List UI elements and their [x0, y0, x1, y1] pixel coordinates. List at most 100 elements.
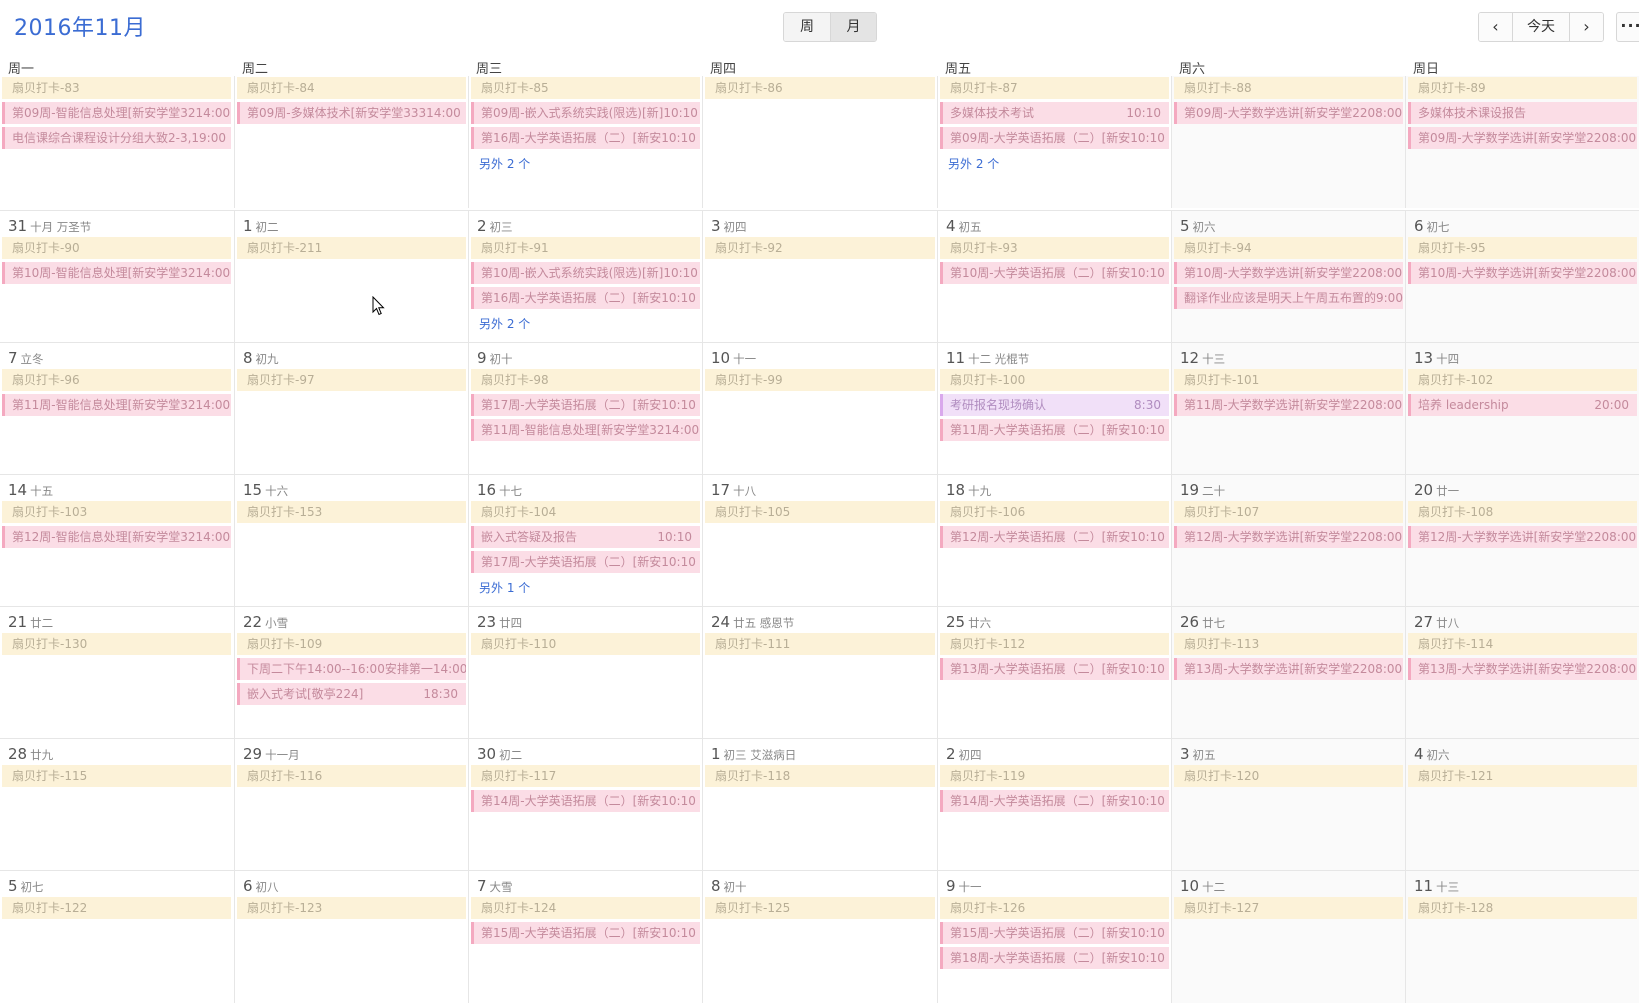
calendar-event[interactable]: 第09周-多媒体技术[新安学堂33314:00 — [237, 102, 466, 124]
day-cell[interactable]: 14 十五 扇贝打卡-103 第12周-智能信息处理[新安学堂3214:00 — [0, 475, 234, 607]
day-cell[interactable]: 2 初三 扇贝打卡-91 第10周-嵌入式系统实践(限选)[新]10:10 第16周-大… — [468, 211, 702, 343]
calendar-event[interactable]: 扇贝打卡-103 — [2, 501, 231, 523]
more-events-link[interactable]: 另外 2 个 — [948, 155, 999, 172]
day-cell[interactable]: 19 二十 扇贝打卡-107 第12周-大学数学选讲[新安学堂2208:00 — [1171, 475, 1405, 607]
calendar-event[interactable]: 扇贝打卡-86 — [705, 77, 935, 99]
day-cell[interactable]: 扇贝打卡-86 — [702, 76, 937, 208]
calendar-event[interactable]: 第17周-大学英语拓展（二）[新安10:10 — [471, 394, 700, 416]
day-cell[interactable]: 27 廿八 扇贝打卡-114 第13周-大学数学选讲[新安学堂2208:00 — [1405, 607, 1639, 739]
day-cell[interactable]: 10 十二 扇贝打卡-127 — [1171, 871, 1405, 1003]
calendar-event[interactable]: 扇贝打卡-112 — [940, 633, 1169, 655]
calendar-event[interactable]: 扇贝打卡-109 — [237, 633, 466, 655]
calendar-event[interactable]: 扇贝打卡-87 — [940, 77, 1169, 99]
day-cell[interactable]: 扇贝打卡-87 多媒体技术考试 10:10 第09周-大学英语拓展（二）[新安10:1… — [937, 76, 1171, 208]
prev-month-button[interactable]: ‹ — [1479, 13, 1512, 41]
calendar-event[interactable]: 第09周-嵌入式系统实践(限选)[新]10:10 — [471, 102, 700, 124]
calendar-event[interactable]: 扇贝打卡-111 — [705, 633, 935, 655]
calendar-event[interactable]: 第11周-智能信息处理[新安学堂3214:00 — [471, 419, 700, 441]
day-cell[interactable]: 扇贝打卡-83 第09周-智能信息处理[新安学堂3214:00 电信课综合课程设计分… — [0, 76, 234, 208]
calendar-event[interactable]: 多媒体技术课设报告 — [1408, 102, 1637, 124]
day-cell[interactable]: 13 十四 扇贝打卡-102 培养 leadership 20:00 — [1405, 343, 1639, 475]
calendar-event[interactable]: 第10周-大学数学选讲[新安学堂2208:00 — [1174, 262, 1403, 284]
calendar-event[interactable]: 第13周-大学英语拓展（二）[新安10:10 — [940, 658, 1169, 680]
day-cell[interactable]: 扇贝打卡-88 第09周-大学数学选讲[新安学堂2208:00 — [1171, 76, 1405, 208]
calendar-event[interactable]: 扇贝打卡-153 — [237, 501, 466, 523]
more-events-link[interactable]: 另外 1 个 — [479, 579, 530, 596]
day-cell[interactable]: 6 初八 扇贝打卡-123 — [234, 871, 468, 1003]
calendar-event[interactable]: 第12周-大学数学选讲[新安学堂2208:00 — [1408, 526, 1637, 548]
day-cell[interactable]: 30 初二 扇贝打卡-117 第14周-大学英语拓展（二）[新安10:10 — [468, 739, 702, 871]
calendar-event[interactable]: 第18周-大学英语拓展（二）[新安10:10 — [940, 947, 1169, 969]
day-cell[interactable]: 25 廿六 扇贝打卡-112 第13周-大学英语拓展（二）[新安10:10 — [937, 607, 1171, 739]
calendar-event[interactable]: 扇贝打卡-84 — [237, 77, 466, 99]
calendar-event[interactable]: 嵌入式答疑及报告 10:10 — [471, 526, 700, 548]
day-cell[interactable]: 11 十三 扇贝打卡-128 — [1405, 871, 1639, 1003]
calendar-event[interactable]: 扇贝打卡-107 — [1174, 501, 1403, 523]
calendar-event[interactable]: 扇贝打卡-211 — [237, 237, 466, 259]
calendar-event[interactable]: 第10周-大学数学选讲[新安学堂2208:00 — [1408, 262, 1637, 284]
day-cell[interactable]: 4 初六 扇贝打卡-121 — [1405, 739, 1639, 871]
calendar-event[interactable]: 第10周-智能信息处理[新安学堂3214:00 — [2, 262, 231, 284]
calendar-event[interactable]: 扇贝打卡-126 — [940, 897, 1169, 919]
calendar-event[interactable]: 扇贝打卡-105 — [705, 501, 935, 523]
calendar-event[interactable]: 第09周-智能信息处理[新安学堂3214:00 — [2, 102, 231, 124]
day-cell[interactable]: 23 廿四 扇贝打卡-110 — [468, 607, 702, 739]
calendar-event[interactable]: 下周二下午14:00--16:00安排第一14:00 — [237, 658, 466, 680]
calendar-event[interactable]: 扇贝打卡-104 — [471, 501, 700, 523]
calendar-event[interactable]: 扇贝打卡-92 — [705, 237, 935, 259]
calendar-event[interactable]: 扇贝打卡-99 — [705, 369, 935, 391]
month-view-button[interactable]: 月 — [830, 13, 876, 41]
calendar-event[interactable]: 第14周-大学英语拓展（二）[新安10:10 — [940, 790, 1169, 812]
calendar-event[interactable]: 第15周-大学英语拓展（二）[新安10:10 — [940, 922, 1169, 944]
day-cell[interactable]: 9 十一 扇贝打卡-126 第15周-大学英语拓展（二）[新安10:10 第18周-大学… — [937, 871, 1171, 1003]
calendar-event[interactable]: 扇贝打卡-113 — [1174, 633, 1403, 655]
today-button[interactable]: 今天 — [1512, 13, 1570, 41]
calendar-event[interactable]: 扇贝打卡-88 — [1174, 77, 1403, 99]
calendar-event[interactable]: 多媒体技术考试 10:10 — [940, 102, 1169, 124]
calendar-event[interactable]: 第13周-大学数学选讲[新安学堂2208:00 — [1408, 658, 1637, 680]
next-month-button[interactable]: › — [1570, 13, 1603, 41]
calendar-event[interactable]: 扇贝打卡-102 — [1408, 369, 1637, 391]
calendar-event[interactable]: 第16周-大学英语拓展（二）[新安10:10 — [471, 287, 700, 309]
day-cell[interactable]: 扇贝打卡-85 第09周-嵌入式系统实践(限选)[新]10:10 第16周-大学英语… — [468, 76, 702, 208]
calendar-event[interactable]: 第15周-大学英语拓展（二）[新安10:10 — [471, 922, 700, 944]
calendar-event[interactable]: 扇贝打卡-98 — [471, 369, 700, 391]
day-cell[interactable]: 7 大雪 扇贝打卡-124 第15周-大学英语拓展（二）[新安10:10 — [468, 871, 702, 1003]
day-cell[interactable]: 18 十九 扇贝打卡-106 第12周-大学英语拓展（二）[新安10:10 — [937, 475, 1171, 607]
calendar-event[interactable]: 扇贝打卡-125 — [705, 897, 935, 919]
calendar-event[interactable]: 第16周-大学英语拓展（二）[新安10:10 — [471, 127, 700, 149]
calendar-event[interactable]: 扇贝打卡-106 — [940, 501, 1169, 523]
calendar-event[interactable]: 扇贝打卡-90 — [2, 237, 231, 259]
day-cell[interactable]: 8 初九 扇贝打卡-97 — [234, 343, 468, 475]
calendar-event[interactable]: 培养 leadership 20:00 — [1408, 394, 1637, 416]
day-cell[interactable]: 扇贝打卡-84 第09周-多媒体技术[新安学堂33314:00 — [234, 76, 468, 208]
calendar-event[interactable]: 扇贝打卡-116 — [237, 765, 466, 787]
calendar-event[interactable]: 扇贝打卡-96 — [2, 369, 231, 391]
calendar-event[interactable]: 第13周-大学数学选讲[新安学堂2208:00 — [1174, 658, 1403, 680]
calendar-event[interactable]: 嵌入式考试[敬亭224] 18:30 — [237, 683, 466, 705]
calendar-event[interactable]: 扇贝打卡-120 — [1174, 765, 1403, 787]
day-cell[interactable]: 22 小雪 扇贝打卡-109 下周二下午14:00--16:00安排第一14:00 嵌入… — [234, 607, 468, 739]
day-cell[interactable]: 12 十三 扇贝打卡-101 第11周-大学数学选讲[新安学堂2208:00 — [1171, 343, 1405, 475]
calendar-event[interactable]: 第11周-智能信息处理[新安学堂3214:00 — [2, 394, 231, 416]
calendar-event[interactable]: 第12周-智能信息处理[新安学堂3214:00 — [2, 526, 231, 548]
day-cell[interactable]: 9 初十 扇贝打卡-98 第17周-大学英语拓展（二）[新安10:10 第11周-智能信… — [468, 343, 702, 475]
day-cell[interactable]: 1 初三 艾滋病日 扇贝打卡-118 — [702, 739, 937, 871]
day-cell[interactable]: 10 十一 扇贝打卡-99 — [702, 343, 937, 475]
calendar-event[interactable]: 扇贝打卡-97 — [237, 369, 466, 391]
day-cell[interactable]: 4 初五 扇贝打卡-93 第10周-大学英语拓展（二）[新安10:10 — [937, 211, 1171, 343]
calendar-event[interactable]: 扇贝打卡-130 — [2, 633, 231, 655]
calendar-event[interactable]: 第09周-大学数学选讲[新安学堂2208:00 — [1174, 102, 1403, 124]
calendar-event[interactable]: 扇贝打卡-93 — [940, 237, 1169, 259]
calendar-event[interactable]: 翻译作业应该是明天上午周五布置的9:00 — [1174, 287, 1403, 309]
calendar-event[interactable]: 考研报名现场确认 8:30 — [940, 394, 1169, 416]
calendar-event[interactable]: 扇贝打卡-101 — [1174, 369, 1403, 391]
calendar-event[interactable]: 第10周-嵌入式系统实践(限选)[新]10:10 — [471, 262, 700, 284]
day-cell[interactable]: 28 廿九 扇贝打卡-115 — [0, 739, 234, 871]
day-cell[interactable]: 21 廿二 扇贝打卡-130 — [0, 607, 234, 739]
day-cell[interactable]: 15 十六 扇贝打卡-153 — [234, 475, 468, 607]
calendar-event[interactable]: 扇贝打卡-108 — [1408, 501, 1637, 523]
calendar-event[interactable]: 第12周-大学英语拓展（二）[新安10:10 — [940, 526, 1169, 548]
day-cell[interactable]: 16 十七 扇贝打卡-104 嵌入式答疑及报告 10:10 第17周-大学英语拓展（二）[… — [468, 475, 702, 607]
calendar-event[interactable]: 第10周-大学英语拓展（二）[新安10:10 — [940, 262, 1169, 284]
